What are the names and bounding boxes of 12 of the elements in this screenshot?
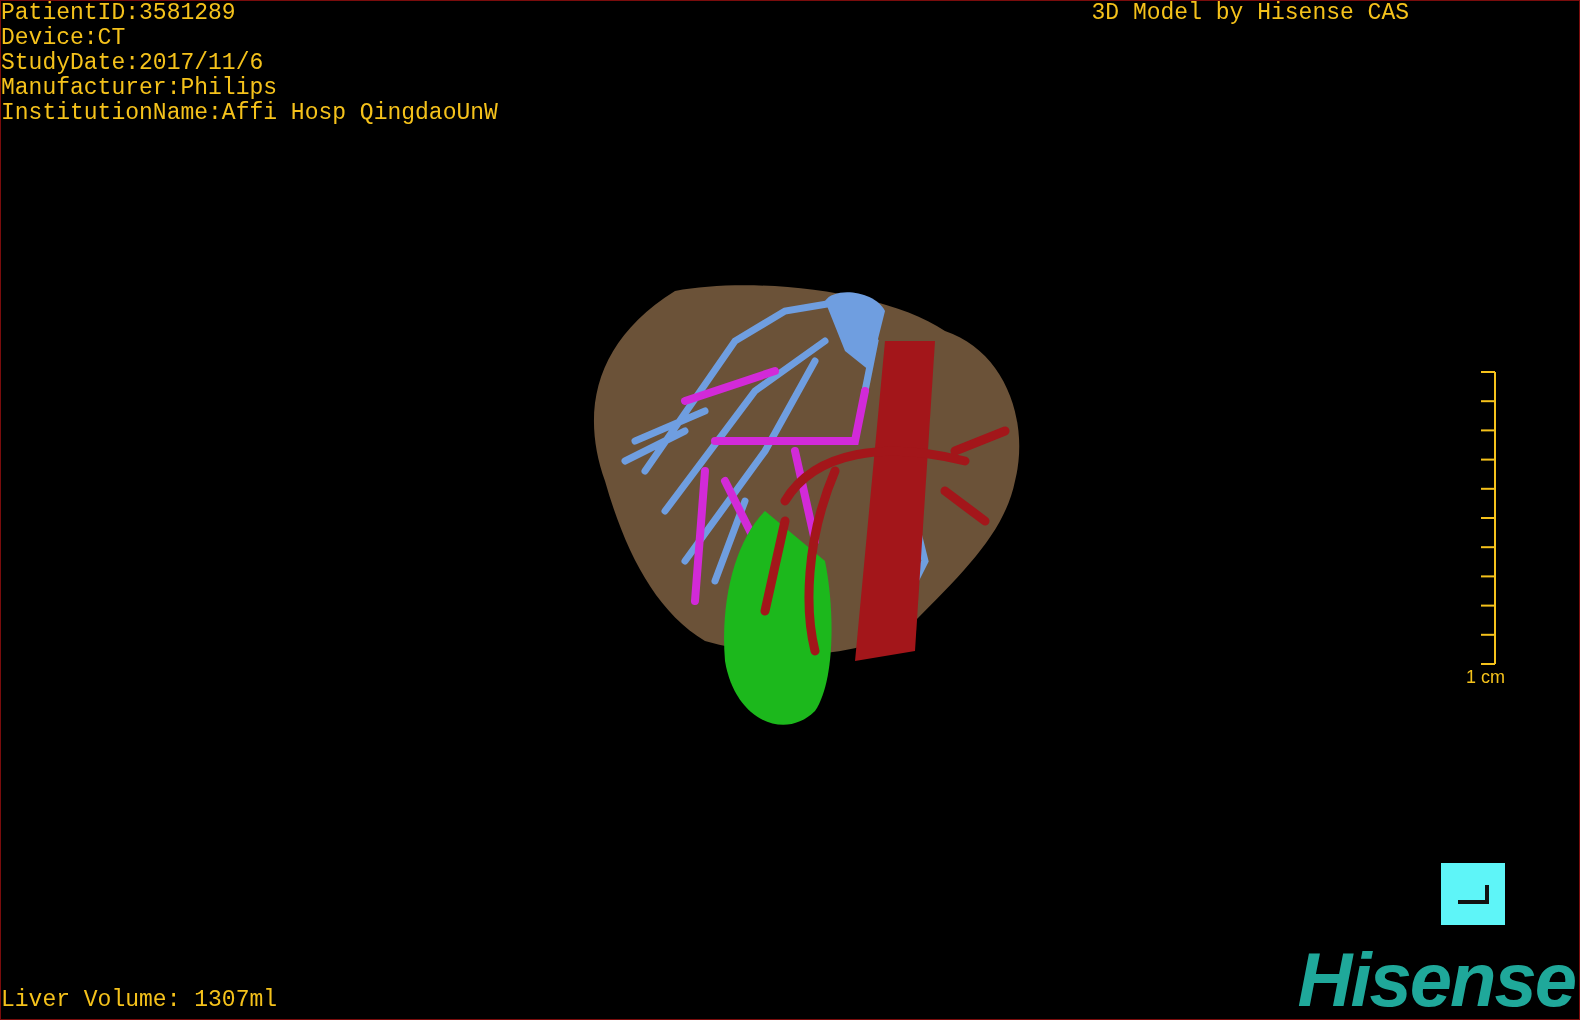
corner-button[interactable]: [1441, 863, 1505, 925]
liver-volume: Liver Volume: 1307ml: [1, 988, 278, 1013]
scale-label: 1 cm: [1466, 667, 1505, 688]
patient-info-line: Manufacturer:Philips: [1, 76, 279, 101]
patient-info-line: PatientID:3581289: [1, 1, 237, 26]
corner-icon: [1456, 883, 1490, 905]
patient-info-line: InstitutionName:Affi Hosp QingdaoUnW: [1, 101, 498, 126]
model-title: 3D Model by Hisense CAS: [1091, 1, 1409, 28]
patient-info-line: StudyDate:2017/11/6: [1, 51, 265, 76]
logo: Hisense: [1297, 945, 1575, 1015]
scale-ruler-icon: [1479, 371, 1497, 665]
patient-info-line: Device:CT: [1, 26, 127, 51]
